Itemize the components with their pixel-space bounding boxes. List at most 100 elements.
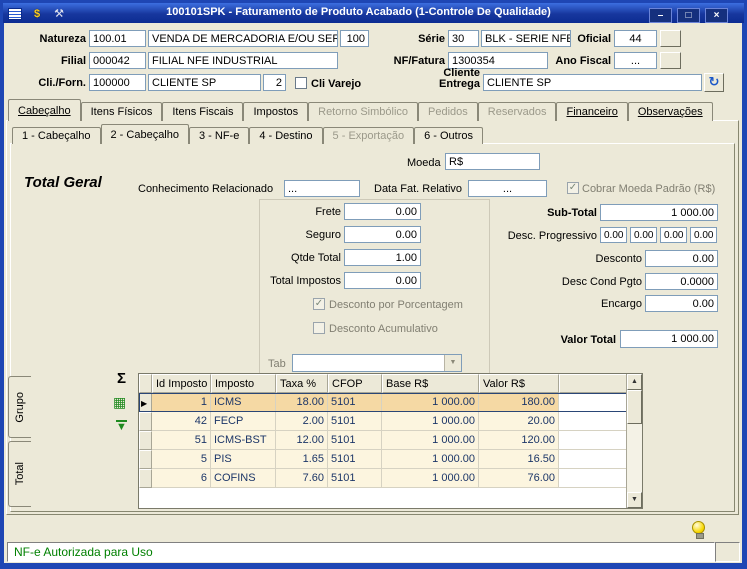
col-base[interactable]: Base R$ xyxy=(382,374,479,393)
data-fat-field[interactable]: ... xyxy=(468,180,547,197)
cell-valor[interactable]: 180.00 xyxy=(479,393,559,412)
subtab-3-nfe[interactable]: 3 - NF-e xyxy=(189,127,250,144)
table-row[interactable]: 51 ICMS-BST 12.00 5101 1 000.00 120.00 xyxy=(139,431,642,450)
cell-valor[interactable]: 20.00 xyxy=(479,412,559,431)
cli-forn-aux-field[interactable]: 2 xyxy=(263,74,286,91)
cell-taxa[interactable]: 1.65 xyxy=(276,450,328,469)
natureza-code-field[interactable]: 100.01 xyxy=(89,30,146,47)
side-tab-grupo[interactable]: Grupo xyxy=(8,376,31,438)
cell-cfop[interactable]: 5101 xyxy=(328,412,382,431)
tools-icon[interactable]: ⚒ xyxy=(52,8,66,20)
cell-id[interactable]: 1 xyxy=(152,393,211,412)
dropdown-arrow-icon[interactable]: ▼ xyxy=(444,355,461,371)
cell-taxa[interactable]: 12.00 xyxy=(276,431,328,450)
filial-desc-field[interactable]: FILIAL NFE INDUSTRIAL xyxy=(148,52,338,69)
cell-base[interactable]: 1 000.00 xyxy=(382,431,479,450)
valor-total-field[interactable]: 1 000.00 xyxy=(620,330,718,348)
subtab-6-outros[interactable]: 6 - Outros xyxy=(414,127,483,144)
tab-itens-fisicos[interactable]: Itens Físicos xyxy=(80,102,163,121)
cli-forn-desc-field[interactable]: CLIENTE SP xyxy=(148,74,261,91)
conhecimento-field[interactable]: ... xyxy=(284,180,360,197)
desc-progressivo-field-4[interactable]: 0.00 xyxy=(690,227,717,243)
cell-valor[interactable]: 16.50 xyxy=(479,450,559,469)
natureza-desc-field[interactable]: VENDA DE MERCADORIA E/OU SERVI xyxy=(148,30,338,47)
subtab-2-cabecalho[interactable]: 2 - Cabeçalho xyxy=(100,124,189,144)
subtotal-field[interactable]: 1 000.00 xyxy=(600,204,718,221)
cell-taxa[interactable]: 7.60 xyxy=(276,469,328,488)
grid-export-icon[interactable]: ▦ xyxy=(113,394,126,411)
cell-imposto[interactable]: COFINS xyxy=(211,469,276,488)
cell-base[interactable]: 1 000.00 xyxy=(382,393,479,412)
cell-imposto[interactable]: ICMS-BST xyxy=(211,431,276,450)
tab-cabecalho[interactable]: Cabeçalho xyxy=(8,99,81,121)
grid-scrollbar[interactable]: ▲ ▼ xyxy=(626,374,642,508)
cell-imposto[interactable]: ICMS xyxy=(211,393,276,412)
table-row[interactable]: 42 FECP 2.00 5101 1 000.00 20.00 xyxy=(139,412,642,431)
cell-taxa[interactable]: 18.00 xyxy=(276,393,328,412)
col-id-imposto[interactable]: Id Imposto xyxy=(152,374,211,393)
cell-imposto[interactable]: PIS xyxy=(211,450,276,469)
close-button[interactable]: × xyxy=(705,8,728,23)
table-row[interactable]: ▶ 1 ICMS 18.00 5101 1 000.00 180.00 xyxy=(139,393,642,412)
cell-id[interactable]: 5 xyxy=(152,450,211,469)
cell-valor[interactable]: 120.00 xyxy=(479,431,559,450)
cell-base[interactable]: 1 000.00 xyxy=(382,450,479,469)
natureza-aux-field[interactable]: 100 xyxy=(340,30,369,47)
subtab-1-cabecalho[interactable]: 1 - Cabeçalho xyxy=(12,127,101,144)
cell-cfop[interactable]: 5101 xyxy=(328,431,382,450)
scroll-up-icon[interactable]: ▲ xyxy=(627,374,642,390)
total-impostos-field[interactable]: 0.00 xyxy=(344,272,421,289)
desconto-field[interactable]: 0.00 xyxy=(645,250,718,267)
tab-select-dropdown[interactable]: ▼ xyxy=(292,354,462,372)
minimize-button[interactable]: – xyxy=(649,8,672,23)
filial-code-field[interactable]: 000042 xyxy=(89,52,146,69)
side-tab-total[interactable]: Total xyxy=(8,441,31,507)
tab-itens-fiscais[interactable]: Itens Fiscais xyxy=(162,102,244,121)
moeda-field[interactable]: R$ xyxy=(445,153,540,170)
desc-progressivo-field-1[interactable]: 0.00 xyxy=(600,227,627,243)
encargo-field[interactable]: 0.00 xyxy=(645,295,718,312)
oficial-field[interactable]: 44 xyxy=(614,30,657,47)
cli-varejo-checkbox[interactable] xyxy=(295,77,307,89)
desc-progressivo-field-2[interactable]: 0.00 xyxy=(630,227,657,243)
cell-base[interactable]: 1 000.00 xyxy=(382,412,479,431)
scroll-down-icon[interactable]: ▼ xyxy=(627,492,642,508)
cell-cfop[interactable]: 5101 xyxy=(328,450,382,469)
maximize-button[interactable]: □ xyxy=(677,8,700,23)
table-row[interactable]: 5 PIS 1.65 5101 1 000.00 16.50 xyxy=(139,450,642,469)
cell-id[interactable]: 42 xyxy=(152,412,211,431)
cell-valor[interactable]: 76.00 xyxy=(479,469,559,488)
cell-taxa[interactable]: 2.00 xyxy=(276,412,328,431)
table-row[interactable]: 6 COFINS 7.60 5101 1 000.00 76.00 xyxy=(139,469,642,488)
cell-cfop[interactable]: 5101 xyxy=(328,393,382,412)
sum-icon[interactable]: Σ xyxy=(117,370,126,387)
cli-forn-code-field[interactable]: 100000 xyxy=(89,74,146,91)
col-taxa[interactable]: Taxa % xyxy=(276,374,328,393)
cell-base[interactable]: 1 000.00 xyxy=(382,469,479,488)
desc-cond-pgto-field[interactable]: 0.0000 xyxy=(645,273,718,290)
tab-impostos[interactable]: Impostos xyxy=(243,102,309,121)
serie-desc-field[interactable]: BLK - SERIE NFE xyxy=(481,30,571,47)
cell-id[interactable]: 51 xyxy=(152,431,211,450)
serie-code-field[interactable]: 30 xyxy=(448,30,479,47)
frete-field[interactable]: 0.00 xyxy=(344,203,421,220)
refresh-icon[interactable]: ↻ xyxy=(704,73,724,92)
money-icon[interactable]: $ xyxy=(30,8,44,20)
ano-fiscal-aux-button[interactable] xyxy=(660,52,681,69)
qtde-total-field[interactable]: 1.00 xyxy=(344,249,421,266)
ano-fiscal-field[interactable]: ... xyxy=(614,52,657,69)
cell-cfop[interactable]: 5101 xyxy=(328,469,382,488)
subtab-4-destino[interactable]: 4 - Destino xyxy=(249,127,323,144)
scrollbar-thumb[interactable] xyxy=(627,390,642,424)
cell-id[interactable]: 6 xyxy=(152,469,211,488)
cliente-entrega-field[interactable]: CLIENTE SP xyxy=(483,74,702,91)
oficial-aux-button[interactable] xyxy=(660,30,681,47)
col-cfop[interactable]: CFOP xyxy=(328,374,382,393)
form-icon[interactable] xyxy=(8,8,22,20)
tab-financeiro[interactable]: Financeiro xyxy=(556,102,628,121)
col-valor[interactable]: Valor R$ xyxy=(479,374,559,393)
green-down-arrow-icon[interactable]: ▼ xyxy=(116,420,127,433)
cell-imposto[interactable]: FECP xyxy=(211,412,276,431)
tab-observacoes[interactable]: Observações xyxy=(627,102,713,121)
desc-progressivo-field-3[interactable]: 0.00 xyxy=(660,227,687,243)
